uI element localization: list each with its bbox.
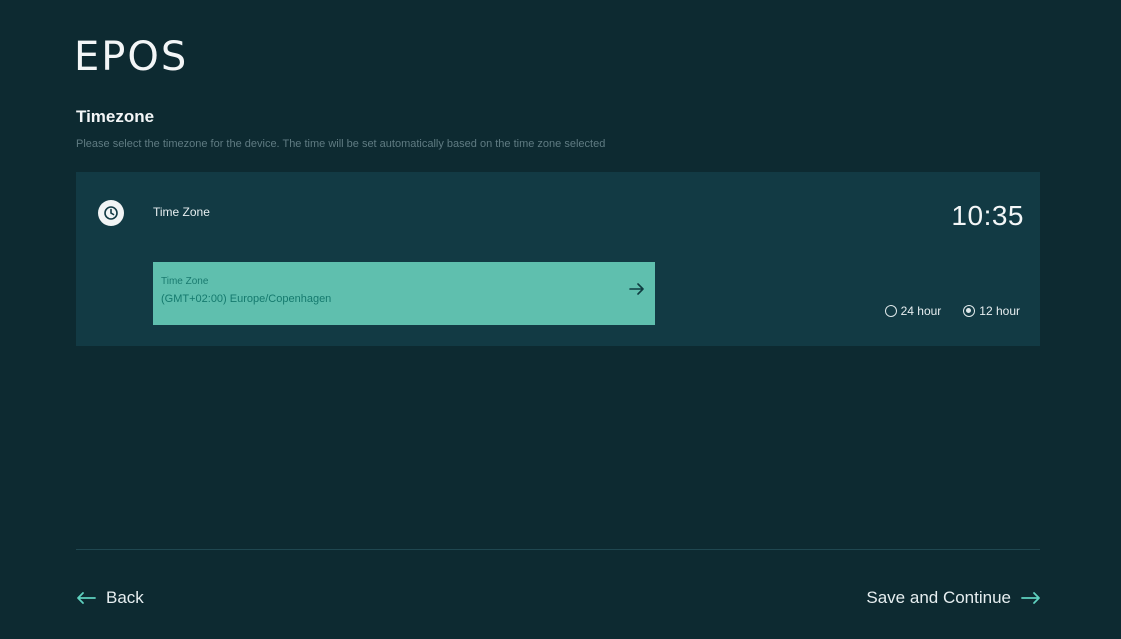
radio-24-hour[interactable]: 24 hour — [884, 304, 942, 318]
time-format-group: 24 hour 12 hour — [884, 304, 1020, 318]
page-subtitle: Please select the timezone for the devic… — [76, 138, 606, 150]
timezone-select-label: Time Zone — [161, 276, 209, 287]
save-and-continue-button[interactable]: Save and Continue — [866, 588, 1041, 608]
radio-24-hour-label: 24 hour — [900, 304, 942, 318]
radio-24-hour-indicator — [884, 305, 897, 317]
back-button-label: Back — [106, 588, 144, 607]
page-title: Timezone — [76, 107, 155, 126]
timezone-select[interactable]: Time Zone (GMT+02:00) Europe/Copenhagen — [153, 262, 655, 325]
back-button[interactable]: Back — [76, 588, 144, 608]
arrow-left-icon — [77, 592, 96, 604]
timezone-card: Time Zone 10:35 Time Zone (GMT+02:00) Eu… — [76, 172, 1040, 346]
clock-icon — [98, 200, 124, 226]
epos-logo: EPOS — [74, 34, 189, 80]
save-and-continue-label: Save and Continue — [866, 588, 1011, 607]
arrow-right-icon — [1021, 592, 1040, 604]
arrow-right-icon — [629, 283, 644, 295]
card-label: Time Zone — [153, 205, 210, 219]
radio-12-hour-indicator — [963, 305, 976, 317]
footer-divider — [76, 549, 1040, 550]
radio-12-hour[interactable]: 12 hour — [963, 304, 1020, 318]
radio-12-hour-label: 12 hour — [979, 304, 1020, 318]
current-time: 10:35 — [951, 200, 1024, 231]
timezone-select-value: (GMT+02:00) Europe/Copenhagen — [161, 293, 332, 305]
screen: EPOS Timezone Please select the timezone… — [0, 0, 1121, 639]
